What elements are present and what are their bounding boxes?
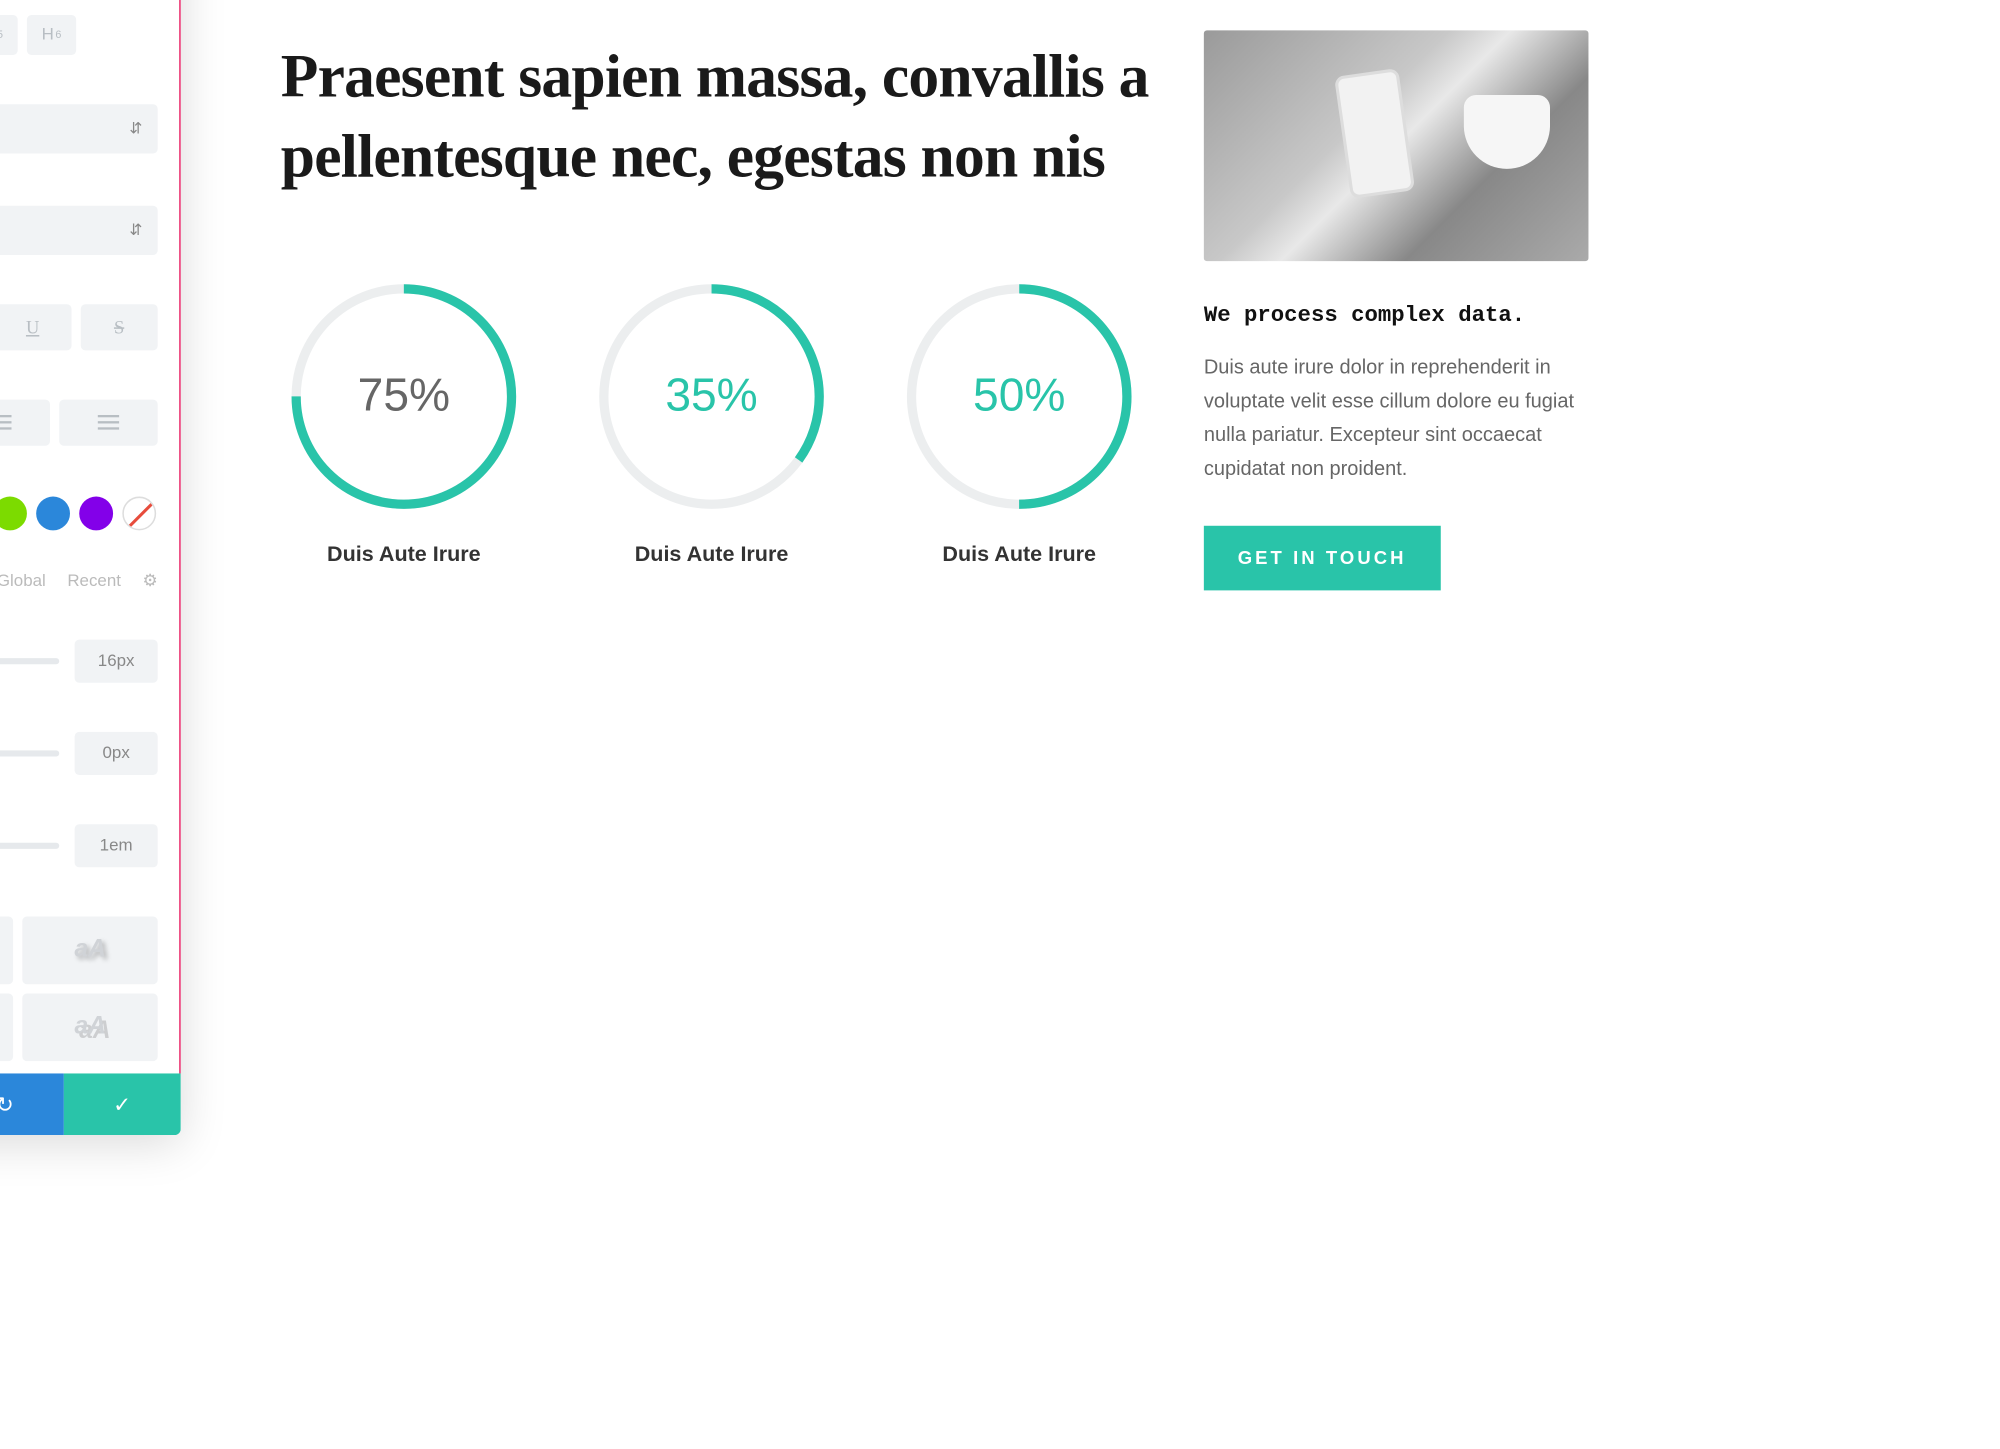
font-label: Title Font <box>0 73 158 91</box>
spacing-value[interactable]: 0px <box>75 732 158 775</box>
circle-counter-2: 50%Duis Aute Irure <box>896 273 1142 565</box>
size-value[interactable]: 16px <box>75 640 158 683</box>
preview-body: Duis aute irure dolor in reprehenderit i… <box>1204 350 1589 486</box>
circle-counter-0: 75%Duis Aute Irure <box>281 273 527 565</box>
spacing-label: Title Letter Spacing <box>0 701 158 719</box>
preview-headline: Praesent sapien massa, convallis a pelle… <box>281 37 1158 197</box>
save-button[interactable]: ✓ <box>63 1073 180 1135</box>
color-label: Title Text Color ? ☐ ➤ ⋮ <box>0 464 158 484</box>
recent-colors-tab[interactable]: Recent <box>67 571 121 589</box>
shadow-preset-4[interactable]: aA <box>0 993 14 1061</box>
heading-level-h5[interactable]: H5 <box>0 15 18 55</box>
preview-subheadline: We process complex data. <box>1204 304 1589 329</box>
lineheight-value[interactable]: 1em <box>75 824 158 867</box>
style-label: Title Font Style <box>0 273 158 291</box>
font-select[interactable]: Default <box>0 104 158 153</box>
more-swatches-icon[interactable]: ••• <box>0 537 158 562</box>
heading-level-label: Title Heading Level <box>0 0 158 3</box>
redo-button[interactable]: ↻ <box>0 1073 63 1135</box>
circle-counter-1: 35%Duis Aute Irure <box>588 273 834 565</box>
color-swatch-5[interactable] <box>0 497 27 531</box>
align-justify-button[interactable] <box>59 400 158 446</box>
lineheight-slider[interactable] <box>0 843 59 849</box>
weight-select[interactable]: Semi Bold <box>0 206 158 255</box>
panel-body: Title Text ⌃ ⋮ Title Heading Level H1H2H… <box>0 0 181 1073</box>
strikethrough-button[interactable]: S <box>80 304 157 350</box>
cta-button[interactable]: GET IN TOUCH <box>1204 526 1441 591</box>
lineheight-label: Title Line Height <box>0 793 158 811</box>
size-slider[interactable] <box>0 658 59 664</box>
align-right-button[interactable] <box>0 400 50 446</box>
underline-button[interactable]: U <box>0 304 71 350</box>
preview-image <box>1204 30 1589 261</box>
shadow-label: Title Text Shadow <box>0 886 158 904</box>
shadow-preset-2[interactable]: aA <box>23 917 158 985</box>
shadow-preset-1[interactable]: aA <box>0 917 14 985</box>
align-label: Title Text Alignment <box>0 369 158 387</box>
spacing-slider[interactable] <box>0 750 59 756</box>
shadow-preset-5[interactable]: aA <box>23 993 158 1061</box>
heading-level-h6[interactable]: H6 <box>27 15 76 55</box>
panel-footer: ✕ ↺ ↻ ✓ <box>0 1073 181 1135</box>
no-color-swatch[interactable] <box>122 497 156 531</box>
color-swatch-7[interactable] <box>79 497 113 531</box>
page-preview: Praesent sapien massa, convallis a pelle… <box>281 37 1589 591</box>
color-swatch-6[interactable] <box>36 497 70 531</box>
settings-panel: Circle Counter Settings Preset: Default … <box>0 0 181 1135</box>
weight-label: Title Font Weight↺ <box>0 172 158 194</box>
size-label: Title Text Size <box>0 609 158 627</box>
gear-icon[interactable]: ⚙ <box>142 570 157 590</box>
global-colors-tab[interactable]: Global <box>0 571 46 589</box>
